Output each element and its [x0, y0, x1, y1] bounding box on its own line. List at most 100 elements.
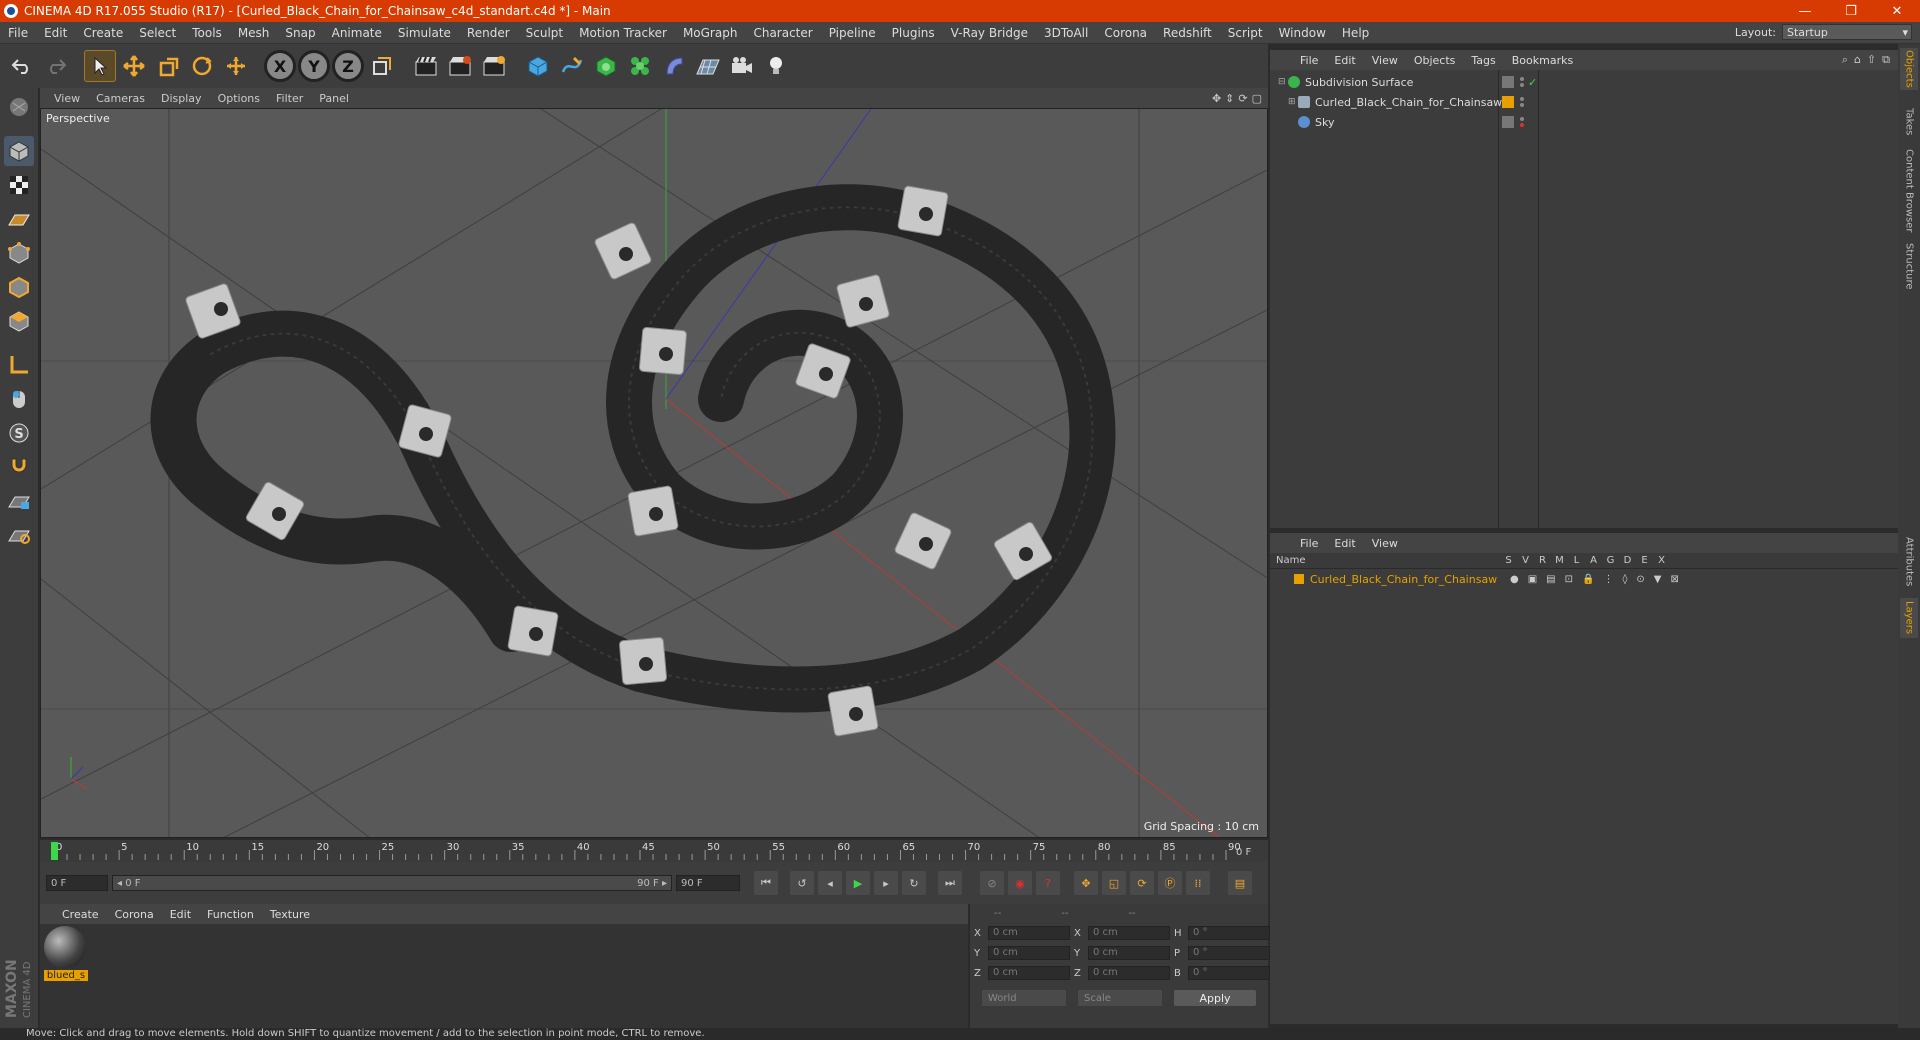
viewport-menu-filter[interactable]: Filter: [268, 92, 311, 105]
layer-column-v[interactable]: V: [1517, 555, 1534, 566]
visibility-dots[interactable]: [1520, 97, 1526, 107]
viewport-menu-cameras[interactable]: Cameras: [88, 92, 153, 105]
layer-column-m[interactable]: M: [1551, 555, 1568, 566]
record-active-button[interactable]: ◉: [1008, 871, 1032, 895]
menu-corona[interactable]: Corona: [1096, 26, 1155, 40]
menu-file[interactable]: File: [0, 26, 36, 40]
go-to-start-button[interactable]: ⏮: [754, 871, 778, 895]
play-button[interactable]: ▶: [846, 871, 870, 895]
camera-button[interactable]: [726, 50, 758, 82]
key-pla-button[interactable]: ⁞⁞: [1186, 871, 1210, 895]
menu-create[interactable]: Create: [75, 26, 131, 40]
magnet-button[interactable]: [4, 452, 34, 482]
key-parameter-button[interactable]: Ⓟ: [1158, 871, 1182, 895]
snap-button[interactable]: S: [4, 418, 34, 448]
position-z-field[interactable]: 0 cm: [988, 966, 1070, 980]
live-selection-button[interactable]: [84, 50, 116, 82]
search-icon[interactable]: ⌕: [1842, 53, 1848, 67]
size-y-field[interactable]: 0 cm: [1088, 946, 1170, 960]
size-x-field[interactable]: 0 cm: [1088, 926, 1170, 940]
layer-column-s[interactable]: S: [1500, 555, 1517, 566]
max-frame-field[interactable]: 90 F: [676, 875, 740, 891]
rotation-p-field[interactable]: 0 °: [1188, 946, 1270, 960]
coordinate-system-button[interactable]: [366, 50, 398, 82]
material-menu-edit[interactable]: Edit: [162, 908, 199, 921]
previous-keyframe-button[interactable]: ↺: [790, 871, 814, 895]
position-y-field[interactable]: 0 cm: [988, 946, 1070, 960]
subdivision-surface-button[interactable]: [590, 50, 622, 82]
material-menu-texture[interactable]: Texture: [262, 908, 318, 921]
layer-menu-file[interactable]: File: [1292, 537, 1326, 550]
scale-tool-button[interactable]: [152, 50, 184, 82]
coordinate-space-dropdown[interactable]: World: [982, 990, 1066, 1006]
menu-motion-tracker[interactable]: Motion Tracker: [571, 26, 675, 40]
menu-mesh[interactable]: Mesh: [230, 26, 278, 40]
texture-mode-button[interactable]: [4, 170, 34, 200]
object-menu-file[interactable]: File: [1292, 54, 1326, 67]
make-editable-button[interactable]: [4, 92, 34, 122]
light-button[interactable]: [760, 50, 792, 82]
restore-button[interactable]: ❐: [1828, 0, 1874, 22]
layer-flag-icons[interactable]: ●▣▤⊡🔒⋮◊⊙▼⊠: [1510, 574, 1688, 585]
menu-pipeline[interactable]: Pipeline: [821, 26, 884, 40]
lock-workplane-button[interactable]: [4, 486, 34, 516]
material-swatch[interactable]: blued_s: [44, 926, 88, 981]
axis-mode-button[interactable]: [4, 350, 34, 380]
object-row-sky[interactable]: Sky: [1270, 112, 1898, 132]
z-axis-lock-button[interactable]: Z: [332, 50, 364, 82]
layer-column-l[interactable]: L: [1568, 555, 1585, 566]
menu-mograph[interactable]: MoGraph: [675, 26, 746, 40]
viewport-menu-display[interactable]: Display: [153, 92, 210, 105]
menu-tools[interactable]: Tools: [184, 26, 230, 40]
go-to-end-button[interactable]: ⏭: [938, 871, 962, 895]
material-menu-corona[interactable]: Corona: [107, 908, 162, 921]
menu-snap[interactable]: Snap: [277, 26, 323, 40]
dolly-icon[interactable]: ⇕: [1225, 92, 1234, 105]
menu-redshift[interactable]: Redshift: [1155, 26, 1220, 40]
timeline-end-field[interactable]: 0 F: [1236, 847, 1252, 858]
frame-range-slider[interactable]: ◂ 0 F 90 F ▸: [112, 875, 672, 891]
previous-frame-button[interactable]: ◂: [818, 871, 842, 895]
apply-button[interactable]: Apply: [1174, 990, 1256, 1006]
close-button[interactable]: ✕: [1874, 0, 1920, 22]
menu-sculpt[interactable]: Sculpt: [518, 26, 571, 40]
workplane-align-button[interactable]: [4, 520, 34, 550]
tab-objects[interactable]: Objects: [1900, 48, 1918, 90]
tab-structure[interactable]: Structure: [1900, 240, 1918, 292]
menu-character[interactable]: Character: [745, 26, 820, 40]
maximize-view-icon[interactable]: ▢: [1252, 92, 1262, 105]
tab-content-browser[interactable]: Content Browser: [1900, 148, 1918, 234]
pen-spline-button[interactable]: [556, 50, 588, 82]
object-menu-bookmarks[interactable]: Bookmarks: [1504, 54, 1581, 67]
next-keyframe-button[interactable]: ↻: [902, 871, 926, 895]
expand-toggle-icon[interactable]: ⊞: [1288, 97, 1298, 107]
edges-mode-button[interactable]: [4, 272, 34, 302]
viewport-menu-options[interactable]: Options: [210, 92, 268, 105]
move-tool-button[interactable]: [118, 50, 150, 82]
timeline-window-button[interactable]: ▤: [1228, 871, 1252, 895]
layer-column-g[interactable]: G: [1602, 555, 1619, 566]
rotation-h-field[interactable]: 0 °: [1188, 926, 1270, 940]
menu-script[interactable]: Script: [1220, 26, 1271, 40]
x-axis-lock-button[interactable]: X: [264, 50, 296, 82]
layer-column-e[interactable]: E: [1636, 555, 1653, 566]
cloner-button[interactable]: [624, 50, 656, 82]
menu-help[interactable]: Help: [1334, 26, 1377, 40]
object-menu-tags[interactable]: Tags: [1463, 54, 1503, 67]
auto-keying-button[interactable]: ?: [1036, 871, 1060, 895]
minimize-button[interactable]: —: [1782, 0, 1828, 22]
tab-takes[interactable]: Takes: [1900, 104, 1918, 140]
position-x-field[interactable]: 0 cm: [988, 926, 1070, 940]
layer-column-a[interactable]: A: [1585, 555, 1602, 566]
y-axis-lock-button[interactable]: Y: [298, 50, 330, 82]
tab-attributes[interactable]: Attributes: [1900, 532, 1918, 592]
visibility-dots[interactable]: [1520, 77, 1526, 87]
record-off-button[interactable]: ⊘: [980, 871, 1004, 895]
rotation-b-field[interactable]: 0 °: [1188, 966, 1270, 980]
render-view-button[interactable]: [410, 50, 442, 82]
menu-plugins[interactable]: Plugins: [884, 26, 943, 40]
polygons-mode-button[interactable]: [4, 306, 34, 336]
rotate-tool-button[interactable]: [186, 50, 218, 82]
visibility-dots[interactable]: [1520, 117, 1526, 127]
current-frame-field[interactable]: 0 F: [46, 875, 108, 891]
